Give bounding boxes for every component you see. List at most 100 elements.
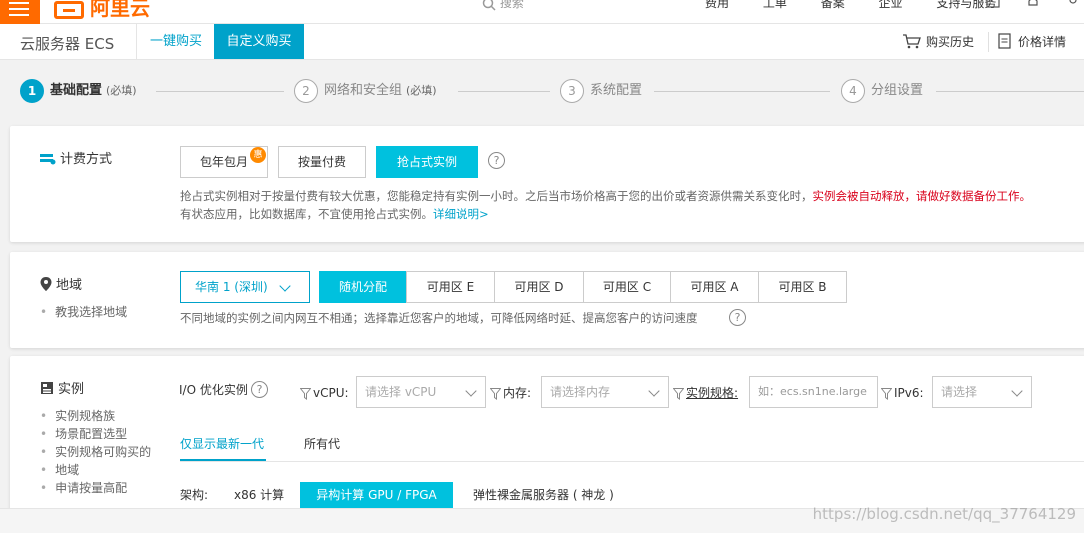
instance-section: 实例 实例规格族 场景配置选型 实例规格可购买的 地域 申请按量高配 I/O 优… <box>10 356 1084 516</box>
nav-enterprise[interactable]: 企业 <box>879 0 903 10</box>
region-section: 地域 教我选择地域 华南 1 (深圳) 随机分配 可用区 E 可用区 D 可用区… <box>10 252 1084 348</box>
arch-bare-metal[interactable]: 弹性裸金属服务器 ( 神龙 ) <box>473 486 614 504</box>
nav-fees[interactable]: 费用 <box>705 0 729 10</box>
search-icon <box>482 0 496 11</box>
instance-icon <box>41 382 53 394</box>
purchase-history-link[interactable]: 购买历史 <box>902 24 974 60</box>
spec-available-link[interactable]: 实例规格可购买的 <box>40 443 151 461</box>
user-icon[interactable] <box>1066 0 1080 8</box>
region-help-icon[interactable]: ? <box>729 309 746 326</box>
ipv6-placeholder: 请选择 <box>941 385 978 399</box>
zone-e[interactable]: 可用区 E <box>406 271 495 303</box>
zone-a[interactable]: 可用区 A <box>670 271 759 303</box>
zone-d[interactable]: 可用区 D <box>494 271 584 303</box>
billing-desc-text: 抢占式实例相对于按量付费有较大优惠，您能稳定持有实例一小时。之后当市场价格高于您… <box>180 189 813 203</box>
header-separator <box>988 32 989 52</box>
billing-desc-warning: 实例会被自动释放，请做好数据备份工作。 <box>812 189 1032 203</box>
tab-latest-generation[interactable]: 仅显示最新一代 <box>180 435 264 453</box>
step-number: 1 <box>20 78 44 103</box>
ipv6-filter-label: IPv6: <box>881 377 924 409</box>
logo-text: 阿里云 <box>90 0 150 20</box>
top-search[interactable]: 搜索 <box>482 0 524 11</box>
memory-select[interactable]: 请选择内存 <box>541 376 669 408</box>
step-connector <box>936 91 1084 92</box>
arch-heterogeneous[interactable]: 异构计算 GPU / FPGA <box>300 482 453 508</box>
region-title-text: 地域 <box>56 278 83 293</box>
nav-ticket[interactable]: 工单 <box>763 0 787 10</box>
step-label: 网络和安全组 <box>324 83 403 98</box>
location-pin-icon <box>40 277 52 291</box>
terminal-icon[interactable] <box>986 0 1000 8</box>
billing-description: 抢占式实例相对于按量付费有较大优惠，您能稳定持有实例一小时。之后当市场价格高于您… <box>180 187 1031 205</box>
price-detail-link[interactable]: 价格详情 <box>998 24 1066 60</box>
cart-icon <box>903 34 921 49</box>
document-icon <box>998 33 1011 49</box>
instance-title: 实例 <box>40 378 84 397</box>
memory-placeholder: 请选择内存 <box>550 385 611 399</box>
page-header: 云服务器 ECS 一键购买 自定义购买 购买历史 价格详情 <box>0 24 1084 60</box>
zone-c[interactable]: 可用区 C <box>583 271 671 303</box>
billing-details-link[interactable]: 详细说明> <box>433 207 489 221</box>
bell-icon[interactable] <box>1026 0 1040 8</box>
memory-label-text: 内存: <box>503 386 532 400</box>
chevron-down-icon <box>465 385 477 397</box>
io-optimized-label: I/O 优化实例 <box>179 383 248 397</box>
step-number: 2 <box>294 78 318 103</box>
step-number: 4 <box>841 78 865 103</box>
memory-filter-label: 内存: <box>490 377 531 409</box>
step-required: (必填) <box>106 84 137 97</box>
tab-all-generations[interactable]: 所有代 <box>304 435 340 453</box>
billing-section: 计费方式 包年包月 惠 按量付费 抢占式实例 ? 抢占式实例相对于按量付费有较大… <box>10 126 1084 242</box>
step-label: 系统配置 <box>590 83 643 98</box>
step-system-config[interactable]: 3 系统配置 <box>560 78 642 104</box>
step-network-security[interactable]: 2 网络和安全组 (必填) <box>294 78 437 104</box>
billing-help-icon[interactable]: ? <box>488 152 505 169</box>
region-dropdown[interactable]: 华南 1 (深圳) <box>180 271 310 303</box>
apply-high-config-link[interactable]: 申请按量高配 <box>40 479 127 497</box>
watermark-text: https://blog.csdn.net/qq_37764129 <box>812 505 1076 523</box>
step-connector <box>654 91 830 92</box>
top-nav-links: 费用 工单 备案 企业 支持与服务 <box>705 0 1026 11</box>
billing-description-2: 有状态应用，比如数据库，不宜使用抢占式实例。详细说明> <box>180 205 489 223</box>
spec-available-link-cont[interactable]: 地域 <box>40 461 79 479</box>
aliyun-logo[interactable]: 阿里云 <box>54 0 150 21</box>
nav-beian[interactable]: 备案 <box>821 0 845 10</box>
menu-icon[interactable] <box>0 0 40 24</box>
zone-b[interactable]: 可用区 B <box>758 271 847 303</box>
scenario-selection-link[interactable]: 场景配置选型 <box>40 425 127 443</box>
tab-custom-buy[interactable]: 自定义购买 <box>214 24 304 59</box>
spec-available-link-text: 地域 <box>55 463 80 477</box>
step-group-settings[interactable]: 4 分组设置 <box>841 78 923 104</box>
region-selected-value: 华南 1 (深圳) <box>195 280 268 294</box>
chevron-down-icon <box>279 280 291 292</box>
io-help-icon[interactable]: ? <box>251 381 268 398</box>
ipv6-label-text: IPv6: <box>894 386 924 400</box>
billing-option-pay-as-you-go[interactable]: 按量付费 <box>278 146 366 178</box>
vcpu-select[interactable]: 请选择 vCPU <box>356 376 486 408</box>
how-to-choose-region-link[interactable]: 教我选择地域 <box>40 303 127 321</box>
ipv6-select[interactable]: 请选择 <box>932 376 1032 408</box>
vcpu-label-text: vCPU: <box>313 386 349 400</box>
billing-title-text: 计费方式 <box>60 152 113 167</box>
step-connector <box>458 91 550 92</box>
architecture-label: 架构: <box>180 488 209 502</box>
search-placeholder: 搜索 <box>499 0 524 10</box>
spec-filter-label: 实例规格: <box>673 377 738 409</box>
filter-icon <box>881 387 892 400</box>
vcpu-filter-label: vCPU: <box>300 377 349 409</box>
tab-quick-buy[interactable]: 一键购买 <box>140 24 212 59</box>
tab-divider <box>180 461 1084 462</box>
step-basic-config[interactable]: 1 基础配置 (必填) <box>20 78 137 104</box>
billing-option-preemptible[interactable]: 抢占式实例 <box>376 146 478 178</box>
region-title: 地域 <box>40 274 82 293</box>
arch-x86[interactable]: x86 计算 <box>234 486 284 504</box>
chevron-down-icon <box>1011 385 1023 397</box>
filter-icon <box>300 387 311 400</box>
instance-family-link[interactable]: 实例规格族 <box>40 407 115 425</box>
billing-desc-text-2: 有状态应用，比如数据库，不宜使用抢占式实例。 <box>180 207 433 221</box>
chevron-down-icon <box>648 385 660 397</box>
zone-random[interactable]: 随机分配 <box>319 271 407 303</box>
purchase-history-label: 购买历史 <box>926 35 975 49</box>
spec-input[interactable]: 如：ecs.sn1ne.large <box>749 376 878 408</box>
vcpu-placeholder: 请选择 vCPU <box>365 385 437 399</box>
